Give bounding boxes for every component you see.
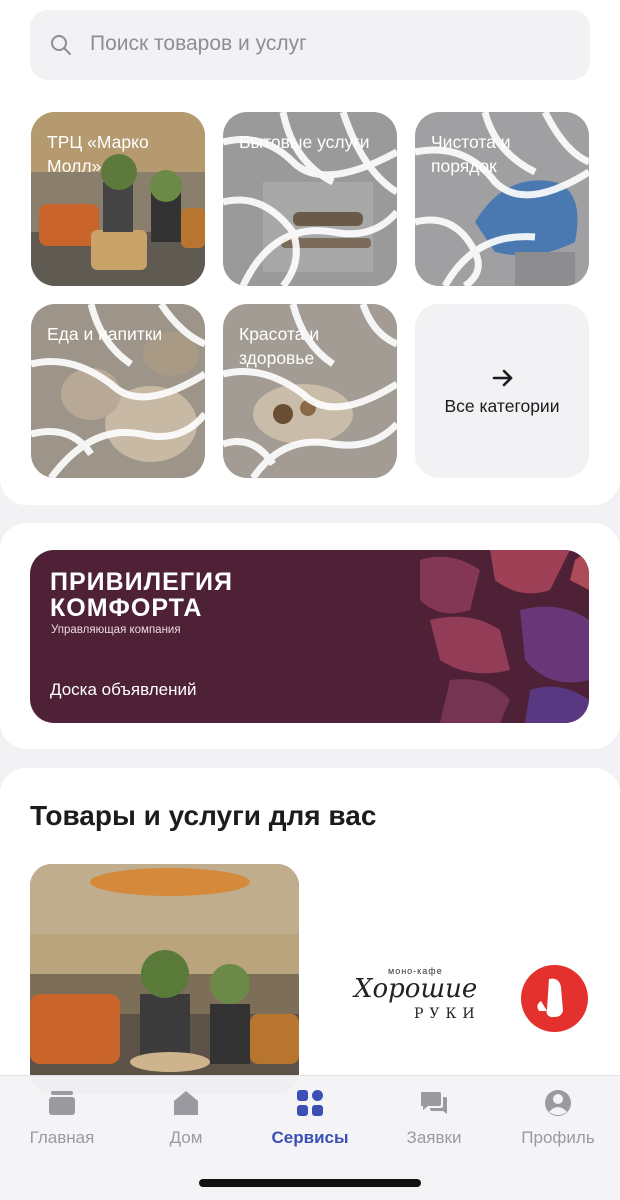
category-tile-mall[interactable]: ТРЦ «Марко Молл» [31,112,205,286]
search-placeholder: Поиск товаров и услуг [90,32,307,55]
category-tile-food[interactable]: Еда и напитки [31,304,205,478]
tab-requests[interactable]: Заявки [372,1076,496,1166]
announcement-board-banner[interactable]: ПРИВИЛЕГИЯ КОМФОРТА Управляющая компания… [30,550,589,723]
tab-services[interactable]: Сервисы [248,1076,372,1166]
brand-name-line2: КОМФОРТА [50,594,203,622]
search-icon [51,35,71,55]
category-tile-household[interactable]: Бытовые услуги [223,112,397,286]
services-icon [297,1090,323,1116]
tab-home[interactable]: Дом [124,1076,248,1166]
tab-main[interactable]: Главная [0,1076,124,1166]
category-label: ТРЦ «Марко Молл» [47,132,149,176]
section-title: Товары и услуги для вас [30,800,377,831]
category-label: Красота и здоровье [239,324,320,368]
main-icon [49,1091,75,1115]
chat-icon [421,1092,447,1114]
category-tile-cleaning[interactable]: Чистота и порядок [415,112,589,286]
all-categories-tile[interactable]: Все категории [415,304,589,478]
category-tile-beauty[interactable]: Красота и здоровье [223,304,397,478]
tab-label: Сервисы [271,1128,349,1147]
all-categories-label: Все категории [444,396,560,416]
category-label: Еда и напитки [47,324,163,344]
category-label: Бытовые услуги [239,132,370,152]
tab-profile[interactable]: Профиль [496,1076,620,1166]
tab-label: Заявки [406,1128,462,1147]
profile-icon [545,1090,571,1116]
arrow-right-icon [492,369,513,387]
cafe-photo [30,864,299,1094]
brand-name-line1: ПРИВИЛЕГИЯ [50,568,233,596]
tab-label: Профиль [521,1128,595,1147]
search-field[interactable]: Поиск товаров и услуг [30,10,590,80]
cafe-logo[interactable]: моно-кафе Хорошие РУКИ [318,960,518,1030]
brand-subtitle: Управляющая компания [51,624,181,636]
app-screen: Поиск товаров и услуг ТРЦ «Марко Молл» Б… [0,0,620,1200]
tab-label: Дом [169,1128,203,1147]
banner-cta-label: Доска объявлений [50,680,197,699]
home-indicator [199,1179,421,1187]
cafe-badge-icon [521,965,588,1032]
logo-script-text: Хорошие [354,974,478,1004]
category-label: Чистота и порядок [431,132,511,176]
tab-label: Главная [29,1128,95,1147]
house-icon [174,1091,198,1115]
product-card-photo[interactable] [30,864,299,1094]
logo-bottom-text: РУКИ [414,1006,481,1022]
